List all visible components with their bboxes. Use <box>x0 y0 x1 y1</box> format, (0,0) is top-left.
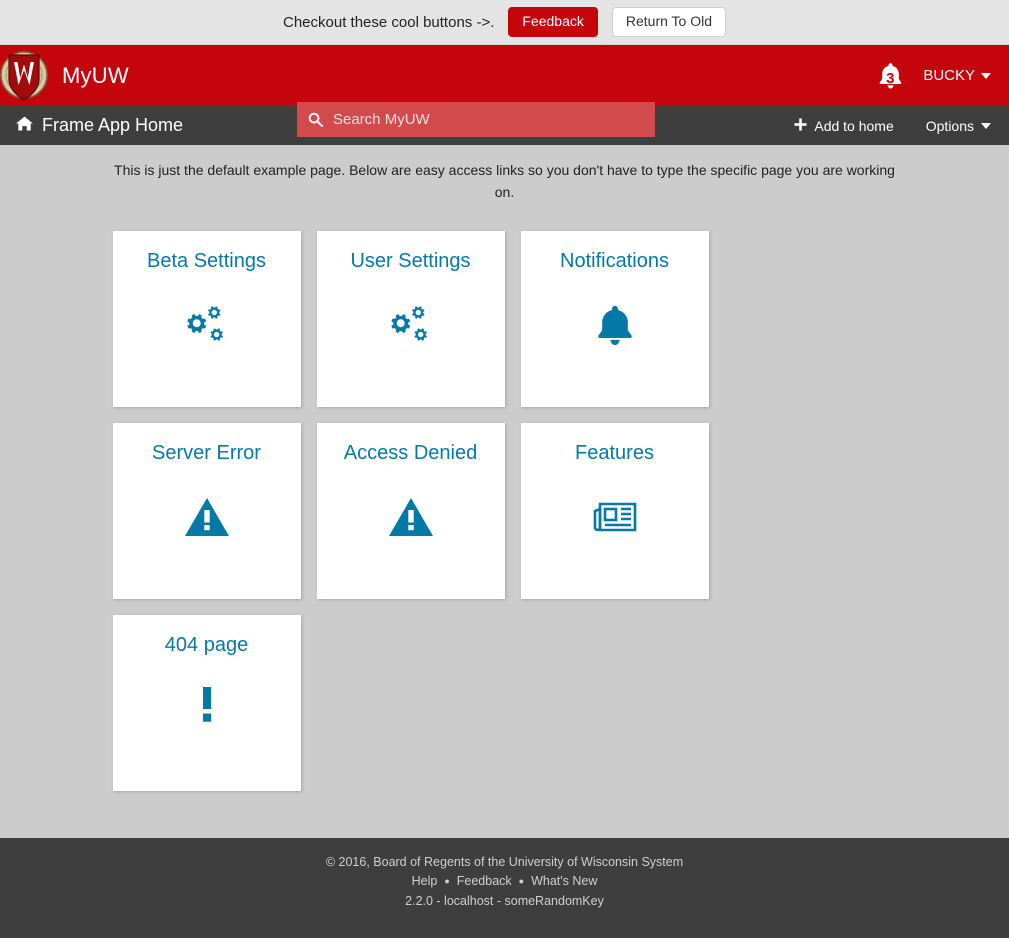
footer-separator-dot: ● <box>518 876 525 887</box>
footer-separator-dot: ● <box>444 876 450 887</box>
quick-link-title: Beta Settings <box>147 250 266 273</box>
quick-link-card[interactable]: Notifications <box>520 231 709 408</box>
footer-link[interactable]: What's New <box>531 872 597 891</box>
options-label: Options <box>925 117 974 134</box>
footer-version: 2.2.0 - localhost - someRandomKey <box>405 893 604 908</box>
user-menu-label: BUCKY <box>923 67 975 84</box>
chevron-down-icon <box>981 122 991 129</box>
cogs-icon <box>387 297 435 353</box>
quick-link-card[interactable]: User Settings <box>316 231 505 408</box>
chevron-down-icon <box>981 72 991 79</box>
quick-link-title: Access Denied <box>343 442 478 465</box>
quick-link-title: Notifications <box>560 250 669 273</box>
quick-link-cell: Server Error <box>105 415 309 607</box>
user-menu-button[interactable]: BUCKY <box>923 67 991 84</box>
quick-link-title: Features <box>575 442 654 465</box>
intro-text: This is just the default example page. B… <box>114 162 895 200</box>
home-icon <box>16 115 33 136</box>
app-title-label: Frame App Home <box>42 115 184 135</box>
feedback-button[interactable]: Feedback <box>508 7 598 37</box>
quick-link-card[interactable]: Access Denied <box>316 423 505 600</box>
uw-crest-logo[interactable] <box>0 39 48 111</box>
quick-link-card[interactable]: Server Error <box>112 423 301 600</box>
warning-triangle-icon <box>184 489 230 545</box>
footer-copyright: © 2016, Board of Regents of the Universi… <box>325 855 684 869</box>
header-right-actions: 3 BUCKY <box>875 45 991 106</box>
search-icon <box>297 112 333 127</box>
brand-title[interactable]: MyUW <box>62 63 129 89</box>
add-to-home-label: Add to home <box>814 117 894 134</box>
quick-link-cell: Notifications <box>513 223 717 415</box>
quick-link-title: 404 page <box>164 634 249 657</box>
footer-link[interactable]: Help <box>412 872 438 891</box>
page-footer: © 2016, Board of Regents of the Universi… <box>0 838 1009 938</box>
quick-link-cell: Features <box>513 415 717 607</box>
add-to-home-button[interactable]: Add to home <box>794 117 894 134</box>
return-to-old-button[interactable]: Return To Old <box>611 7 726 37</box>
quick-link-cell: User Settings <box>309 223 513 415</box>
quick-link-cell: Access Denied <box>309 415 513 607</box>
search-box[interactable] <box>297 102 655 137</box>
exclamation-icon <box>199 681 215 737</box>
quick-link-card[interactable]: 404 page <box>112 615 301 792</box>
options-menu-button[interactable]: Options <box>926 118 991 134</box>
bell-icon <box>879 62 902 88</box>
quick-link-card[interactable]: Features <box>520 423 709 600</box>
footer-links: Help ● Feedback ● What's New <box>0 872 1009 891</box>
promo-banner: Checkout these cool buttons ->. Feedback… <box>0 0 1009 45</box>
cogs-icon <box>183 297 231 353</box>
brand-header: MyUW 3 BUCKY <box>0 45 1009 137</box>
quick-link-cell: Beta Settings <box>105 223 309 415</box>
quick-link-card[interactable]: Beta Settings <box>112 231 301 408</box>
main-content: This is just the default example page. B… <box>0 145 1009 838</box>
page-root: Checkout these cool buttons ->. Feedback… <box>0 0 1009 938</box>
quick-links-grid: Beta Settings User Settings Notifications S… <box>105 203 905 799</box>
bell-icon <box>595 297 635 353</box>
promo-text: Checkout these cool buttons ->. <box>283 13 495 31</box>
newspaper-icon <box>592 489 638 545</box>
footer-link[interactable]: Feedback <box>457 872 512 891</box>
notifications-bell-button[interactable]: 3 <box>875 57 905 95</box>
search-input[interactable] <box>333 111 655 128</box>
warning-triangle-icon <box>388 489 434 545</box>
quick-link-cell: 404 page <box>105 607 309 799</box>
app-home-link[interactable]: Frame App Home <box>16 115 183 136</box>
quick-link-title: Server Error <box>152 442 261 465</box>
quick-link-title: User Settings <box>350 250 471 273</box>
plus-icon <box>794 117 807 134</box>
